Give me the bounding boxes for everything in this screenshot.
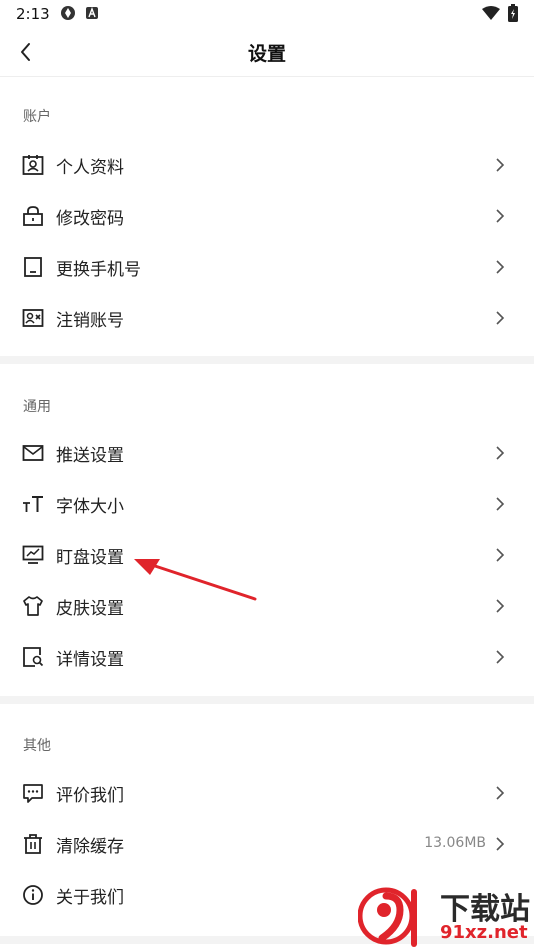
menu-item-profile[interactable]: 个人资料	[0, 140, 534, 191]
chevron-right-icon	[496, 260, 505, 274]
tshirt-icon	[23, 596, 43, 616]
chevron-right-icon	[496, 599, 505, 613]
phone-icon	[24, 257, 42, 277]
page-title: 设置	[247, 43, 286, 65]
section-divider	[0, 696, 534, 704]
app-notification-icon	[61, 6, 75, 20]
a-notification-icon	[86, 7, 98, 19]
chevron-right-icon	[496, 650, 505, 664]
chevron-right-icon	[496, 311, 505, 325]
cache-size-value: 13.06MB	[424, 835, 486, 851]
mail-icon	[22, 445, 44, 461]
menu-item-label: 评价我们	[56, 786, 124, 806]
menu-item-rate-us[interactable]: 评价我们	[0, 768, 534, 819]
annotation-arrow-icon	[134, 559, 257, 601]
chevron-right-icon	[496, 446, 505, 460]
menu-item-label: 推送设置	[56, 446, 124, 466]
monitor-chart-icon	[22, 545, 44, 564]
menu-item-label: 关于我们	[56, 888, 124, 908]
menu-item-font-size[interactable]: 字体大小	[0, 479, 534, 530]
section-title-general: 通用	[23, 399, 51, 415]
menu-item-label: 注销账号	[56, 311, 124, 331]
section-title-account: 账户	[23, 109, 51, 125]
menu-item-change-phone[interactable]: 更换手机号	[0, 242, 534, 293]
menu-item-watch-settings[interactable]: 盯盘设置	[0, 530, 534, 581]
menu-item-delete-account[interactable]: 注销账号	[0, 293, 534, 344]
status-bar: 2:13	[0, 0, 534, 28]
menu-item-skin-settings[interactable]: 皮肤设置	[0, 581, 534, 632]
menu-item-label: 清除缓存	[56, 837, 124, 857]
menu-item-label: 字体大小	[56, 497, 124, 517]
info-icon	[23, 885, 43, 905]
menu-item-label: 详情设置	[56, 650, 124, 670]
document-search-icon	[23, 647, 44, 667]
menu-item-label: 更换手机号	[56, 260, 141, 280]
trash-icon	[24, 834, 42, 854]
wifi-icon	[482, 6, 500, 20]
app-header: 设置	[0, 28, 534, 77]
chevron-right-icon	[496, 497, 505, 511]
chevron-right-icon	[496, 209, 505, 223]
chevron-right-icon	[496, 786, 505, 800]
watermark-url: 91xz.net	[440, 922, 528, 943]
lock-icon	[23, 206, 43, 226]
battery-icon	[508, 4, 518, 22]
menu-item-clear-cache[interactable]: 清除缓存 13.06MB	[0, 819, 534, 870]
chevron-right-icon	[496, 548, 505, 562]
menu-item-label: 修改密码	[56, 209, 124, 229]
menu-item-label: 盯盘设置	[56, 548, 124, 568]
font-size-icon	[23, 496, 43, 512]
section-divider	[0, 356, 534, 364]
profile-card-icon	[22, 155, 44, 175]
menu-item-detail-settings[interactable]: 详情设置	[0, 632, 534, 683]
chat-bubble-icon	[23, 784, 43, 803]
menu-item-label: 个人资料	[56, 158, 124, 178]
menu-item-push-settings[interactable]: 推送设置	[0, 428, 534, 479]
id-card-remove-icon	[22, 309, 44, 327]
chevron-right-icon	[496, 837, 505, 851]
menu-item-label: 皮肤设置	[56, 599, 124, 619]
menu-item-change-password[interactable]: 修改密码	[0, 191, 534, 242]
status-time: 2:13	[16, 5, 50, 23]
section-title-other: 其他	[23, 738, 51, 754]
chevron-right-icon	[496, 158, 505, 172]
